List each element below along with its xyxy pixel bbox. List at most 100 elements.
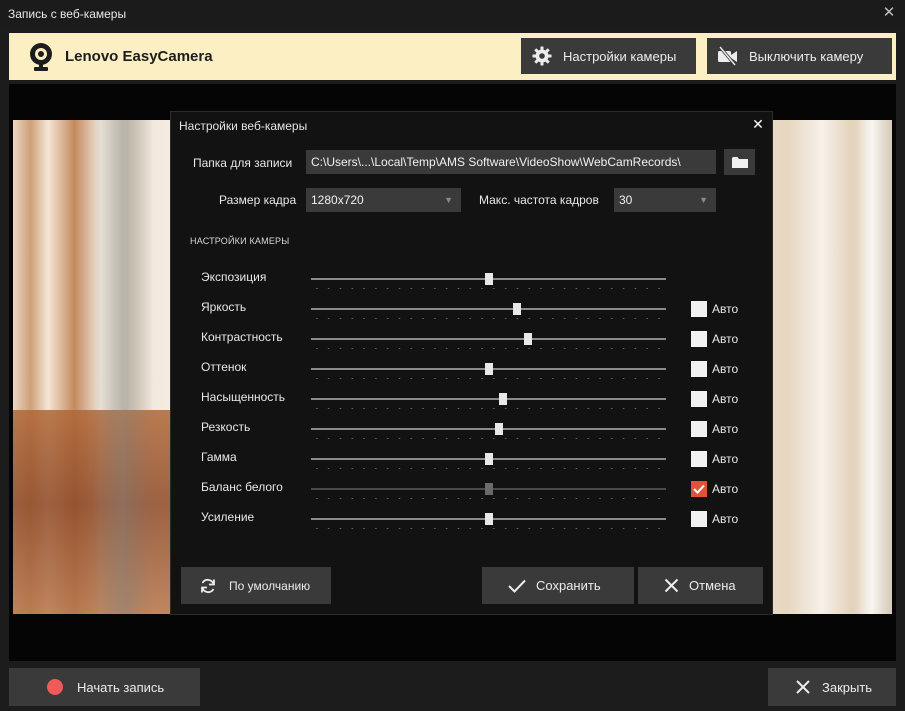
browse-folder-button[interactable] <box>724 149 755 175</box>
auto-checkbox[interactable]: Авто <box>691 331 738 347</box>
setting-slider[interactable] <box>311 333 666 355</box>
dialog-title: Настройки веб-камеры <box>179 119 308 133</box>
slider-ticks <box>311 438 666 439</box>
close-icon <box>794 678 812 696</box>
auto-checkbox[interactable]: Авто <box>691 511 738 527</box>
slider-ticks <box>311 348 666 349</box>
auto-checkbox[interactable]: Авто <box>691 361 738 377</box>
setting-label: Насыщенность <box>201 390 286 404</box>
cancel-button[interactable]: Отмена <box>638 567 763 604</box>
window-close-icon[interactable]: ✕ <box>881 5 897 21</box>
save-button[interactable]: Сохранить <box>482 567 634 604</box>
auto-label: Авто <box>712 392 739 406</box>
slider-ticks <box>311 288 666 289</box>
close-label: Закрыть <box>822 679 873 695</box>
fps-label: Макс. частота кадров <box>479 193 599 207</box>
reset-defaults-label: По умолчанию <box>229 578 311 593</box>
auto-checkbox[interactable]: Авто <box>691 481 738 497</box>
setting-label: Резкость <box>201 420 251 434</box>
gear-icon <box>531 45 553 67</box>
brand-bar: Lenovo EasyCamera Настройки камеры Выклю… <box>9 33 896 80</box>
window-title: Запись с веб-камеры <box>8 7 127 21</box>
setting-label: Яркость <box>201 300 247 314</box>
slider-thumb[interactable] <box>484 453 493 465</box>
slider-track <box>311 338 666 340</box>
refresh-icon <box>199 577 217 595</box>
auto-label: Авто <box>712 422 739 436</box>
dialog-close-icon[interactable]: ✕ <box>750 116 766 132</box>
checkbox-empty-icon <box>691 391 707 407</box>
frame-size-value: 1280x720 <box>311 193 364 207</box>
slider-thumb[interactable] <box>512 303 521 315</box>
checkmark-icon <box>508 579 526 593</box>
checkbox-empty-icon <box>691 421 707 437</box>
camera-settings-label: Настройки камеры <box>563 48 677 64</box>
slider-track <box>311 308 666 310</box>
auto-label: Авто <box>712 482 739 496</box>
slider-track <box>311 428 666 430</box>
auto-checkbox[interactable]: Авто <box>691 391 738 407</box>
slider-thumb <box>484 483 493 495</box>
frame-size-select[interactable]: 1280x720 ▼ <box>306 188 461 212</box>
dropdown-caret-icon: ▼ <box>699 195 708 205</box>
auto-label: Авто <box>712 302 739 316</box>
slider-ticks <box>311 318 666 319</box>
auto-label: Авто <box>712 452 739 466</box>
setting-label: Баланс белого <box>201 480 283 494</box>
auto-checkbox[interactable]: Авто <box>691 301 738 317</box>
slider-thumb[interactable] <box>484 273 493 285</box>
slider-track <box>311 398 666 400</box>
folder-path-field[interactable]: C:\Users\...\Local\Temp\AMS Software\Vid… <box>306 150 716 174</box>
auto-label: Авто <box>712 332 739 346</box>
setting-slider[interactable] <box>311 513 666 535</box>
slider-ticks <box>311 498 666 499</box>
checkbox-empty-icon <box>691 331 707 347</box>
checkbox-empty-icon <box>691 451 707 467</box>
setting-label: Оттенок <box>201 360 247 374</box>
start-recording-button[interactable]: Начать запись <box>9 668 200 706</box>
fps-select[interactable]: 30 ▼ <box>614 188 716 212</box>
close-icon <box>664 578 679 593</box>
setting-slider[interactable] <box>311 363 666 385</box>
setting-slider[interactable] <box>311 393 666 415</box>
auto-checkbox[interactable]: Авто <box>691 421 738 437</box>
setting-slider[interactable] <box>311 423 666 445</box>
slider-thumb[interactable] <box>498 393 507 405</box>
auto-checkbox[interactable]: Авто <box>691 451 738 467</box>
slider-thumb[interactable] <box>523 333 532 345</box>
setting-label: Экспозиция <box>201 270 267 284</box>
cancel-label: Отмена <box>689 578 736 593</box>
slider-ticks <box>311 468 666 469</box>
slider-thumb[interactable] <box>495 423 504 435</box>
slider-ticks <box>311 528 666 529</box>
camera-off-button[interactable]: Выключить камеру <box>707 38 892 74</box>
camera-off-label: Выключить камеру <box>749 48 864 64</box>
camera-off-icon <box>717 45 739 67</box>
slider-ticks <box>311 408 666 409</box>
reset-defaults-button[interactable]: По умолчанию <box>181 567 331 604</box>
frame-size-label: Размер кадра <box>219 193 297 207</box>
brand-name: Lenovo EasyCamera <box>65 48 213 65</box>
checkbox-empty-icon <box>691 361 707 377</box>
slider-thumb[interactable] <box>484 363 493 375</box>
setting-label: Гамма <box>201 450 237 464</box>
slider-thumb[interactable] <box>484 513 493 525</box>
fps-value: 30 <box>619 193 633 207</box>
window-titlebar: Запись с веб-камеры ✕ <box>0 0 905 30</box>
bottom-bar: Начать запись Закрыть <box>0 661 905 711</box>
setting-slider <box>311 483 666 505</box>
auto-label: Авто <box>712 512 739 526</box>
webcam-settings-dialog: Настройки веб-камеры ✕ Папка для записи … <box>170 111 773 615</box>
close-button[interactable]: Закрыть <box>768 668 896 706</box>
save-label: Сохранить <box>536 578 601 593</box>
setting-slider[interactable] <box>311 453 666 475</box>
slider-ticks <box>311 378 666 379</box>
checkbox-empty-icon <box>691 301 707 317</box>
setting-slider[interactable] <box>311 273 666 295</box>
webcam-logo-icon <box>27 42 55 72</box>
dropdown-caret-icon: ▼ <box>444 195 453 205</box>
setting-label: Контрастность <box>201 330 283 344</box>
camera-settings-button[interactable]: Настройки камеры <box>521 38 696 74</box>
setting-label: Усиление <box>201 510 255 524</box>
setting-slider[interactable] <box>311 303 666 325</box>
